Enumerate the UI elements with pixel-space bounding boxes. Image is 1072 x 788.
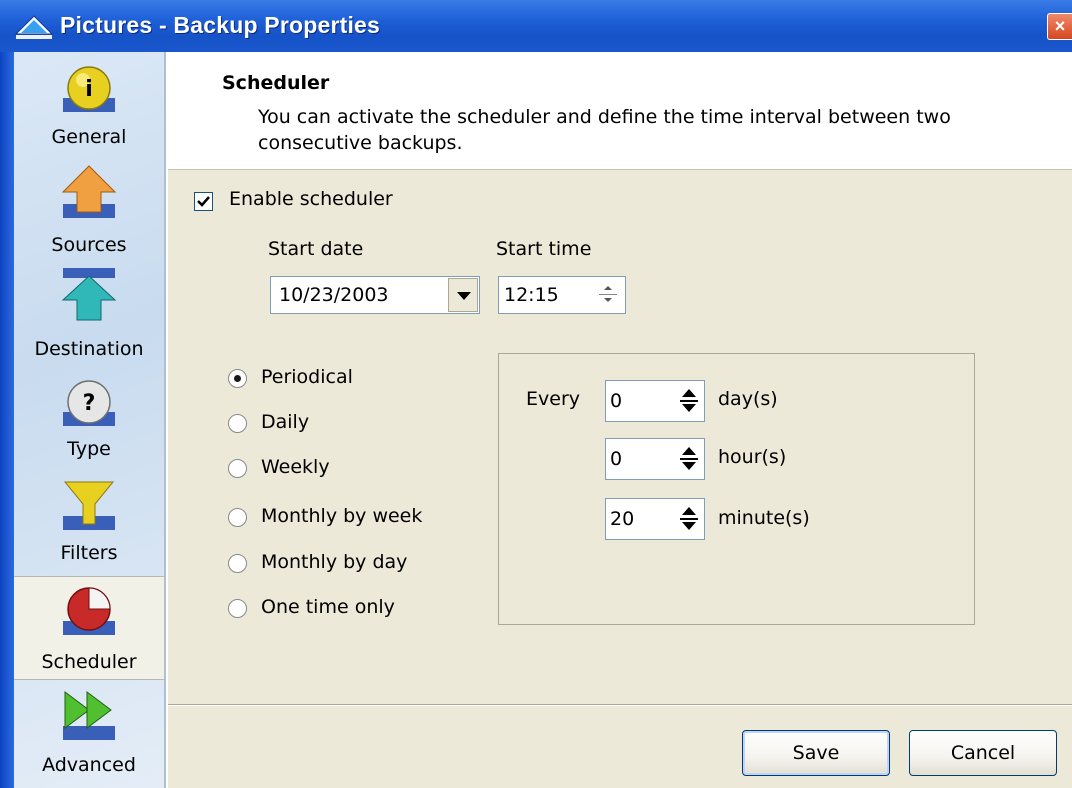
destination-arrow-icon	[61, 268, 117, 321]
window-title: Pictures - Backup Properties	[60, 12, 381, 38]
radio-label-periodical[interactable]: Periodical	[261, 366, 353, 388]
sidebar-item-label: Type	[67, 438, 111, 460]
chevron-down-icon[interactable]	[448, 278, 478, 312]
divider	[168, 704, 1072, 706]
start-time-input[interactable]: 12:15	[498, 276, 626, 314]
hours-unit-label: hour(s)	[718, 446, 787, 468]
info-icon: i	[63, 66, 115, 112]
page-title: Scheduler	[222, 72, 330, 94]
cancel-button[interactable]: Cancel	[909, 730, 1057, 776]
backup-app-icon	[14, 15, 54, 39]
help-icon: ?	[63, 380, 115, 426]
radio-periodical[interactable]	[228, 369, 247, 388]
radio-label-one-time-only[interactable]: One time only	[261, 596, 395, 618]
sidebar-item-label: Destination	[34, 338, 144, 360]
svg-text:?: ?	[83, 391, 96, 416]
radio-daily[interactable]	[228, 414, 247, 433]
radio-label-daily[interactable]: Daily	[261, 411, 309, 433]
save-button[interactable]: Save	[742, 730, 890, 776]
hours-value: 0	[610, 448, 623, 470]
sidebar-item-label: Filters	[60, 542, 118, 564]
days-stepper[interactable]: 0	[605, 380, 705, 422]
start-time-label: Start time	[496, 238, 592, 260]
spinner-icon[interactable]	[678, 443, 700, 475]
title-bar[interactable]: Pictures - Backup Properties ×	[0, 0, 1072, 52]
minutes-stepper[interactable]: 20	[605, 498, 705, 540]
minutes-value: 20	[610, 508, 635, 530]
start-date-dropdown[interactable]: 10/23/2003	[270, 276, 480, 314]
sidebar-item-destination[interactable]: Destination	[14, 264, 164, 368]
days-value: 0	[610, 390, 623, 412]
window-left-border	[0, 52, 14, 788]
sidebar-item-scheduler[interactable]: Scheduler	[14, 576, 164, 680]
sidebar-item-label: Advanced	[42, 754, 136, 776]
close-button[interactable]: ×	[1047, 13, 1072, 40]
spinner-icon[interactable]	[678, 385, 700, 417]
radio-one-time-only[interactable]	[228, 599, 247, 618]
radio-monthly-by-day[interactable]	[228, 554, 247, 573]
svg-text:i: i	[85, 77, 93, 102]
start-time-value: 12:15	[504, 284, 559, 306]
content-panel: Scheduler You can activate the scheduler…	[168, 52, 1072, 788]
radio-label-monthly-by-day[interactable]: Monthly by day	[261, 551, 407, 573]
header-panel: Scheduler You can activate the scheduler…	[168, 52, 1072, 170]
checkmark-icon	[197, 196, 210, 207]
days-unit-label: day(s)	[718, 388, 778, 410]
sidebar-item-filters[interactable]: Filters	[14, 472, 164, 576]
spinner-icon[interactable]	[678, 503, 700, 535]
sidebar-item-sources[interactable]: Sources	[14, 160, 164, 264]
hours-stepper[interactable]: 0	[605, 438, 705, 480]
sidebar: i General Sources Destination ? Type Fil…	[14, 52, 166, 788]
radio-weekly[interactable]	[228, 459, 247, 478]
every-label: Every	[526, 388, 580, 410]
radio-label-weekly[interactable]: Weekly	[261, 456, 330, 478]
funnel-icon	[63, 481, 115, 530]
sidebar-item-label: General	[51, 126, 127, 148]
start-date-label: Start date	[268, 238, 364, 260]
sidebar-item-label: Sources	[51, 234, 127, 256]
radio-label-monthly-by-week[interactable]: Monthly by week	[261, 505, 422, 527]
sidebar-item-label: Scheduler	[41, 651, 137, 673]
time-spinner[interactable]	[593, 279, 623, 311]
sidebar-item-type[interactable]: ? Type	[14, 368, 164, 472]
pie-icon	[63, 587, 115, 635]
sources-arrow-icon	[61, 165, 117, 218]
page-description: You can activate the scheduler and defin…	[258, 106, 951, 154]
enable-scheduler-label[interactable]: Enable scheduler	[229, 188, 393, 210]
minutes-unit-label: minute(s)	[718, 507, 810, 529]
sidebar-item-advanced[interactable]: Advanced	[14, 682, 164, 786]
enable-scheduler-checkbox[interactable]	[194, 192, 213, 211]
radio-monthly-by-week[interactable]	[228, 508, 247, 527]
double-arrow-icon	[63, 691, 115, 740]
sidebar-item-general[interactable]: i General	[14, 56, 164, 160]
start-date-value: 10/23/2003	[279, 284, 389, 306]
